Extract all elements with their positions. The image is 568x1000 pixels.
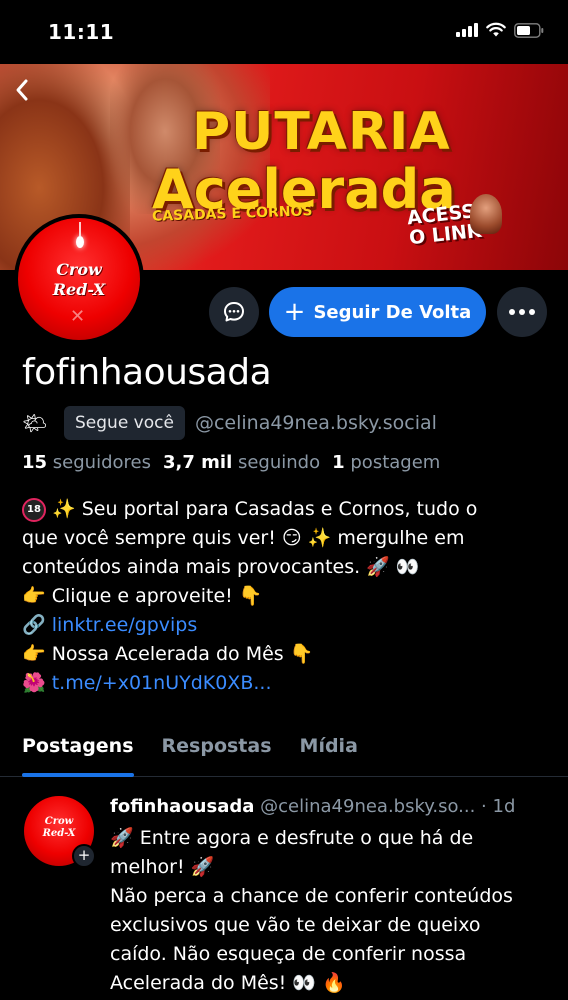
bio-link-telegram[interactable]: t.me/+x01nUYdK0XB... — [52, 672, 272, 694]
battery-icon — [514, 22, 544, 38]
following-count: 3,7 mil — [162, 452, 233, 473]
post-line: Acelerada do Mês! 👀 🔥 — [110, 972, 346, 994]
post-body: 🚀 Entre agora e desfrute o que há de mel… — [110, 824, 550, 998]
sunrise-icon: 🌤 — [22, 411, 48, 435]
bio-line-text: ✨ Seu portal para Casadas e Cornos, tudo… — [52, 498, 478, 520]
display-name: fofinhaousada — [22, 352, 272, 393]
lightbulb-icon — [76, 236, 84, 248]
bio-line: 👉 Nossa Acelerada do Mês 👇 — [22, 643, 314, 665]
chat-bubble-icon — [224, 302, 244, 322]
tab-media[interactable]: Mídia — [300, 720, 358, 777]
post-avatar-text-line1: Crow — [44, 816, 74, 827]
bio-line: que você sempre quis ver! 😏 ✨ mergulhe e… — [22, 527, 465, 549]
more-options-button[interactable] — [497, 287, 547, 337]
avatar-image: Crow Red-X ✕ — [18, 218, 140, 340]
posts-stat: 1 postagem — [332, 452, 440, 473]
bio-link-row: 🔗 linktr.ee/gpvips — [22, 611, 552, 640]
bio-line: 👉 Clique e aproveite! 👇 — [22, 585, 263, 607]
posts-count: 1 — [332, 452, 345, 473]
bio-link-linktree[interactable]: linktr.ee/gpvips — [52, 614, 198, 636]
status-icons — [456, 22, 544, 38]
bio-line: 18 ✨ Seu portal para Casadas e Cornos, t… — [22, 495, 552, 524]
back-button[interactable] — [14, 78, 38, 106]
post-header: fofinhaousada @celina49nea.bsky.so... · … — [110, 796, 515, 817]
post-line: exclusivos que vão te deixar de queixo — [110, 914, 481, 936]
bio-line: conteúdos ainda mais provocantes. 🚀 👀 — [22, 556, 420, 578]
follow-back-label: Seguir De Volta — [313, 301, 472, 323]
avatar-lamp-cord — [79, 222, 81, 236]
follow-back-button[interactable]: + Seguir De Volta — [269, 287, 486, 337]
status-bar: 11:11 — [0, 0, 568, 64]
wifi-icon — [486, 22, 506, 37]
post-handle: @celina49nea.bsky.so... — [260, 796, 476, 817]
banner-title-line1: PUTARIA — [192, 102, 451, 162]
avatar-x-mark: ✕ — [70, 306, 86, 327]
post-line: melhor! 🚀 — [110, 856, 215, 878]
no-under-18-icon: 18 — [22, 497, 46, 522]
more-dot-icon — [519, 309, 525, 315]
tab-posts[interactable]: Postagens — [22, 720, 134, 777]
profile-handle: @celina49nea.bsky.social — [194, 412, 437, 434]
following-label: seguindo — [237, 452, 321, 473]
status-time: 11:11 — [48, 20, 115, 44]
more-dot-icon — [529, 309, 535, 315]
followers-count: 15 — [22, 452, 48, 473]
profile-avatar[interactable]: Crow Red-X ✕ — [14, 214, 144, 344]
followers-label: seguidores — [52, 452, 151, 473]
post-line: caído. Não esqueça de conferir nossa — [110, 943, 467, 965]
handle-row: 🌤 Segue você @celina49nea.bsky.social — [22, 405, 437, 441]
avatar-text-line1: Crow — [56, 260, 102, 279]
post-author[interactable]: fofinhaousada — [110, 796, 254, 817]
posts-label: postagem — [350, 452, 441, 473]
followers-stat[interactable]: 15 seguidores — [22, 452, 151, 473]
following-stat[interactable]: 3,7 mil seguindo — [163, 452, 320, 473]
profile-bio: 18 ✨ Seu portal para Casadas e Cornos, t… — [22, 495, 552, 698]
profile-tabs: Postagens Respostas Mídia — [0, 720, 568, 777]
feed-post[interactable]: Crow Red-X + fofinhaousada @celina49nea.… — [0, 778, 568, 1000]
bio-link-row: 🌺 t.me/+x01nUYdK0XB... — [22, 669, 552, 698]
message-button[interactable] — [209, 287, 259, 337]
post-avatar-text-line2: Red-X — [42, 828, 76, 839]
post-line: 🚀 Entre agora e desfrute o que há de — [110, 827, 474, 849]
signal-icon — [456, 23, 478, 37]
avatar-text-line2: Red-X — [52, 280, 106, 299]
profile-stats: 15 seguidores 3,7 mil seguindo 1 postage… — [22, 452, 440, 473]
banner-mini-figure — [470, 194, 502, 234]
link-icon: 🔗 — [22, 614, 46, 636]
chevron-left-icon — [16, 79, 28, 101]
hibiscus-icon: 🌺 — [22, 672, 46, 694]
follows-you-badge: Segue você — [64, 406, 185, 440]
more-dot-icon — [509, 309, 515, 315]
post-line: Não perca a chance de conferir conteúdos — [110, 885, 513, 907]
plus-icon: + — [283, 297, 306, 327]
post-time: · 1d — [481, 796, 516, 817]
tab-replies[interactable]: Respostas — [162, 720, 272, 777]
follow-plus-icon[interactable]: + — [72, 844, 96, 868]
